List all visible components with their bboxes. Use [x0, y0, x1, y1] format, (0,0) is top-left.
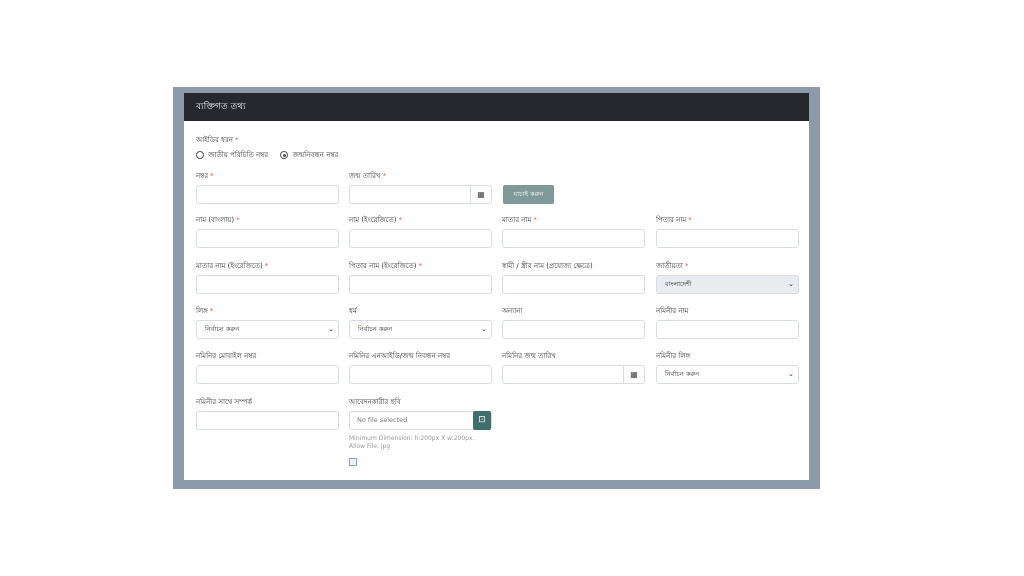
nominee-gender-select[interactable]: নির্বাচন করুন ⌄ — [656, 365, 799, 384]
chevron-down-icon: ⌄ — [481, 325, 487, 333]
father-name-input[interactable] — [656, 229, 799, 248]
file-hint-type: Allow File: jpg — [349, 443, 391, 450]
applicant-photo-label: আবেদনকারীর ছবি — [349, 398, 401, 406]
panel-title: ব্যক্তিগত তথ্য — [196, 102, 246, 112]
form-frame: ব্যক্তিগত তথ্য আইডির ধরন * জাতীয় পরিচিতি… — [173, 87, 820, 489]
mother-name-en-input[interactable] — [196, 275, 339, 294]
name-en-label: নাম (ইংরেজিতে) * — [349, 216, 402, 224]
nominee-mobile-input[interactable] — [196, 365, 339, 384]
nominee-name-input[interactable] — [656, 320, 799, 339]
id-type-label: আইডির ধরন * — [196, 136, 239, 144]
file-hint-dimension: Minimum Dimension: h:200px X w:200px. — [349, 435, 475, 442]
other-label: অন্যান্য — [502, 307, 523, 315]
radio-nid[interactable] — [196, 151, 204, 159]
gender-label: লিঙ্গ * — [196, 307, 214, 315]
name-bn-input[interactable] — [196, 229, 339, 248]
verify-button[interactable]: যাচাই করুন — [503, 185, 554, 204]
calendar-icon[interactable]: ▦ — [623, 366, 644, 383]
other-input[interactable] — [502, 320, 645, 339]
radio-birth-reg-label: জন্মনিবন্ধন নম্বর — [292, 151, 339, 159]
nationality-value: বাংলাদেশী — [665, 280, 692, 288]
file-input[interactable]: No file selected ⊡ — [349, 411, 492, 430]
gender-value: নির্বাচন করুন — [205, 325, 240, 333]
spouse-name-label: স্বামী / স্ত্রীর নাম (প্রযোজ্য ক্ষেত্রে) — [502, 262, 593, 270]
nationality-label: জাতীয়তা * — [656, 262, 689, 270]
father-name-label: পিতার নাম * — [656, 216, 692, 224]
radio-birth-reg[interactable] — [280, 151, 289, 159]
file-placeholder: No file selected — [357, 416, 408, 424]
mother-name-label: মাতার নাম * — [502, 216, 537, 224]
name-en-input[interactable] — [349, 229, 492, 248]
personal-info-panel: ব্যক্তিগত তথ্য আইডির ধরন * জাতীয় পরিচিতি… — [184, 93, 809, 480]
calendar-icon[interactable]: ▦ — [470, 186, 491, 203]
dob-label: জন্ম তারিখ * — [349, 172, 387, 180]
nominee-dob-label: নমিনির জন্ম তারিখ — [502, 352, 556, 360]
id-type-radio-group: জাতীয় পরিচিতি নম্বর জন্মনিবন্ধন নম্বর — [196, 149, 338, 161]
father-name-en-label: পিতার নাম (ইংরেজিতে) * — [349, 262, 423, 270]
nominee-dob-input[interactable]: ▦ — [502, 365, 645, 384]
nominee-nid-label: নমিনির এনআইডি/জন্ম নিবন্ধন নম্বর — [349, 352, 451, 360]
chevron-down-icon: ⌄ — [788, 370, 794, 378]
gender-select[interactable]: নির্বাচন করুন ⌄ — [196, 320, 339, 339]
nominee-relation-input[interactable] — [196, 411, 339, 430]
nominee-nid-input[interactable] — [349, 365, 492, 384]
religion-label: ধর্ম — [349, 307, 357, 315]
nationality-select[interactable]: বাংলাদেশী ⌄ — [656, 275, 799, 294]
name-bn-label: নাম (বাংলায়) * — [196, 216, 240, 224]
chevron-down-icon: ⌄ — [328, 325, 334, 333]
spouse-name-input[interactable] — [502, 275, 645, 294]
nominee-gender-label: নমিনীর লিঙ্গ — [656, 352, 691, 360]
religion-select[interactable]: নির্বাচন করুন ⌄ — [349, 320, 492, 339]
mother-name-en-label: মাতার নাম (ইংরেজিতে) * — [196, 262, 269, 270]
mother-name-input[interactable] — [502, 229, 645, 248]
radio-nid-label: জাতীয় পরিচিতি নম্বর — [208, 151, 269, 159]
file-hint: Minimum Dimension: h:200px X w:200px. Al… — [349, 435, 474, 451]
nominee-gender-value: নির্বাচন করুন — [665, 370, 700, 378]
panel-header: ব্যক্তিগত তথ্য — [184, 93, 809, 121]
chevron-down-icon: ⌄ — [788, 280, 794, 288]
father-name-en-input[interactable] — [349, 275, 492, 294]
nominee-name-label: নমিনীর নাম — [656, 307, 689, 315]
file-upload-icon[interactable]: ⊡ — [473, 411, 491, 430]
nominee-relation-label: নমিনীর সাথে সম্পর্ক — [196, 398, 253, 406]
nominee-mobile-label: নমিনির মোবাইল নম্বর — [196, 352, 257, 360]
number-label: নম্বর * — [196, 172, 214, 180]
number-input[interactable] — [196, 185, 339, 204]
broken-image-icon — [349, 458, 357, 466]
religion-value: নির্বাচন করুন — [358, 325, 393, 333]
dob-input[interactable]: ▦ — [349, 185, 492, 204]
